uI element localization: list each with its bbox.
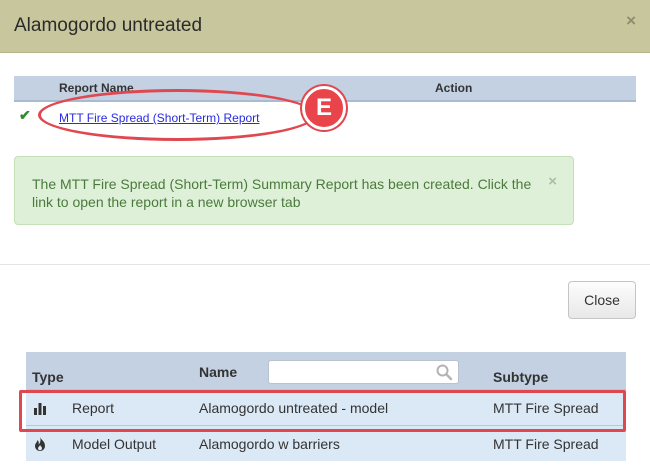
search-input[interactable]	[274, 364, 429, 380]
close-icon[interactable]: ×	[626, 11, 636, 31]
success-alert: The MTT Fire Spread (Short-Term) Summary…	[14, 156, 574, 225]
column-header-subtype: Subtype	[493, 369, 549, 385]
column-header-name: Name	[199, 364, 238, 380]
dialog-title: Alamogordo untreated	[14, 15, 203, 36]
item-table-header: Type Name Subtype	[26, 352, 626, 389]
close-button[interactable]: Close	[568, 281, 636, 319]
divider	[0, 264, 650, 265]
cell-subtype: MTT Fire Spread	[493, 436, 599, 452]
checkmark-icon: ✔	[19, 107, 31, 123]
alert-close-icon[interactable]: ×	[548, 173, 557, 190]
column-header-action: Action	[435, 81, 473, 95]
cell-name: Alamogordo w barriers	[199, 436, 340, 452]
search-icon[interactable]	[435, 363, 453, 381]
callout-badge: E	[302, 86, 346, 130]
column-header-type: Type	[32, 369, 64, 385]
alert-message: The MTT Fire Spread (Short-Term) Summary…	[32, 176, 532, 210]
callout-ellipse	[38, 89, 316, 141]
row-highlight-box	[19, 390, 626, 432]
fire-icon	[35, 437, 45, 451]
cell-type: Model Output	[72, 436, 157, 452]
dialog-header: Alamogordo untreated ×	[0, 0, 650, 53]
search-box	[268, 360, 459, 384]
